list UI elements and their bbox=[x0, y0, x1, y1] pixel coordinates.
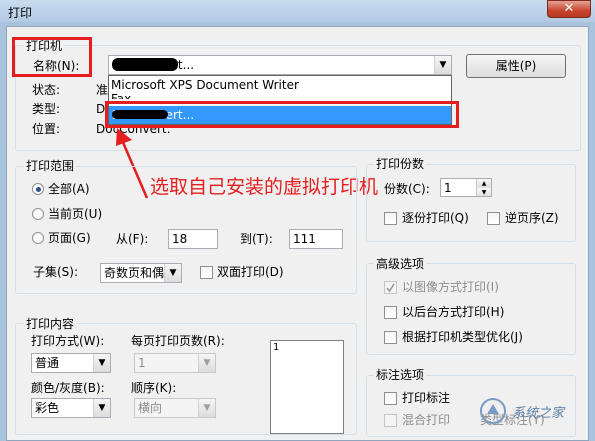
title-bar bbox=[0, 0, 595, 22]
copies-group bbox=[366, 164, 576, 242]
chevron-down-icon[interactable]: ▼ bbox=[93, 399, 110, 417]
chevron-down-icon[interactable]: ▼ bbox=[434, 56, 451, 74]
location-label: 位置: bbox=[32, 122, 61, 136]
annotation-options-label: 标注选项 bbox=[374, 368, 427, 382]
chevron-down-icon[interactable]: ▼ bbox=[93, 354, 110, 372]
highlight-selected-printer bbox=[105, 101, 459, 128]
reverse-order-label: 逆页序(Z) bbox=[505, 211, 559, 225]
highlight-printer-label bbox=[12, 37, 92, 77]
copies-input[interactable]: 1 ▲ ▼ bbox=[440, 178, 492, 197]
optimize-label: 根据打印机类型优化(J) bbox=[402, 330, 523, 344]
watermark-logo-icon bbox=[480, 398, 506, 424]
radio-current-page-label: 当前页(U) bbox=[48, 207, 103, 221]
from-input[interactable]: 18 bbox=[168, 229, 218, 249]
radio-pages[interactable] bbox=[32, 232, 44, 244]
page-preview: 1 bbox=[270, 340, 344, 434]
spin-down-icon[interactable]: ▼ bbox=[476, 188, 491, 196]
order-label: 顺序(K): bbox=[131, 381, 177, 395]
print-mode-label: 打印方式(W): bbox=[31, 334, 105, 348]
subset-label: 子集(S): bbox=[33, 265, 79, 279]
status-label: 状态: bbox=[32, 83, 61, 97]
copies-label: 份数(C): bbox=[384, 182, 430, 196]
type-label: 类型: bbox=[32, 102, 61, 116]
pages-per-sheet-value: 1 bbox=[138, 356, 146, 370]
print-range-label: 打印范围 bbox=[24, 159, 77, 173]
background-print-checkbox[interactable] bbox=[384, 306, 397, 319]
print-content-label: 打印内容 bbox=[24, 317, 77, 331]
dropdown-item-xps[interactable]: Microsoft XPS Document Writer bbox=[111, 77, 299, 93]
reverse-order-checkbox[interactable] bbox=[487, 212, 500, 225]
redacted-name bbox=[112, 58, 178, 71]
radio-current-page[interactable] bbox=[32, 208, 44, 220]
duplex-checkbox[interactable] bbox=[200, 266, 213, 279]
collate-label: 逐份打印(Q) bbox=[402, 211, 469, 225]
color-label: 颜色/灰度(B): bbox=[31, 381, 105, 395]
chevron-down-icon[interactable]: ▼ bbox=[198, 354, 215, 372]
collate-checkbox[interactable] bbox=[384, 212, 397, 225]
radio-all-label: 全部(A) bbox=[48, 182, 90, 196]
subset-value: 奇数页和偶 bbox=[104, 266, 165, 280]
optimize-checkbox[interactable] bbox=[384, 331, 397, 344]
copies-group-label: 打印份数 bbox=[374, 157, 427, 171]
pages-per-sheet-select[interactable]: 1 ▼ bbox=[134, 353, 216, 373]
order-select[interactable]: 横向 ▼ bbox=[134, 398, 216, 418]
type-value: D bbox=[96, 102, 106, 116]
print-mode-value: 普通 bbox=[35, 356, 60, 370]
from-label: 从(F): bbox=[116, 232, 149, 246]
watermark-text: 系统之家 bbox=[512, 406, 565, 421]
chevron-down-icon[interactable]: ▼ bbox=[198, 399, 215, 417]
image-mode-checkbox[interactable] bbox=[384, 281, 397, 294]
dropdown-item-fax[interactable]: Fax bbox=[111, 91, 131, 99]
background-print-label: 以后台方式打印(H) bbox=[402, 305, 505, 319]
advanced-group-label: 高级选项 bbox=[374, 257, 427, 271]
order-value: 横向 bbox=[138, 401, 163, 415]
mixed-print-checkbox[interactable] bbox=[384, 414, 397, 427]
radio-all[interactable] bbox=[32, 183, 44, 195]
check-icon bbox=[386, 283, 395, 293]
duplex-label: 双面打印(D) bbox=[217, 265, 284, 279]
pages-per-sheet-label: 每页打印页数(R): bbox=[131, 334, 225, 348]
status-value: 准 bbox=[96, 83, 109, 97]
image-mode-label: 以图像方式打印(I) bbox=[402, 280, 499, 294]
print-annotations-label: 打印标注 bbox=[402, 391, 451, 405]
mixed-print-label: 混合打印 bbox=[402, 413, 451, 427]
to-input[interactable]: 111 bbox=[289, 229, 343, 249]
chevron-down-icon[interactable]: ▼ bbox=[164, 264, 181, 282]
radio-pages-label: 页面(G) bbox=[48, 231, 91, 245]
copies-value: 1 bbox=[444, 181, 452, 195]
color-value: 彩色 bbox=[35, 401, 60, 415]
spin-up-icon[interactable]: ▲ bbox=[476, 179, 491, 188]
preview-page-number: 1 bbox=[273, 342, 280, 353]
to-label: 到(T): bbox=[240, 232, 273, 246]
subset-select[interactable]: 奇数页和偶 ▼ bbox=[100, 263, 182, 283]
color-select[interactable]: 彩色 ▼ bbox=[31, 398, 111, 418]
close-button[interactable]: ✕ bbox=[547, 0, 591, 18]
print-annotations-checkbox[interactable] bbox=[384, 392, 397, 405]
print-mode-select[interactable]: 普通 ▼ bbox=[31, 353, 111, 373]
window-title: 打印 bbox=[8, 6, 33, 20]
properties-button[interactable]: 属性(P) bbox=[466, 54, 566, 78]
